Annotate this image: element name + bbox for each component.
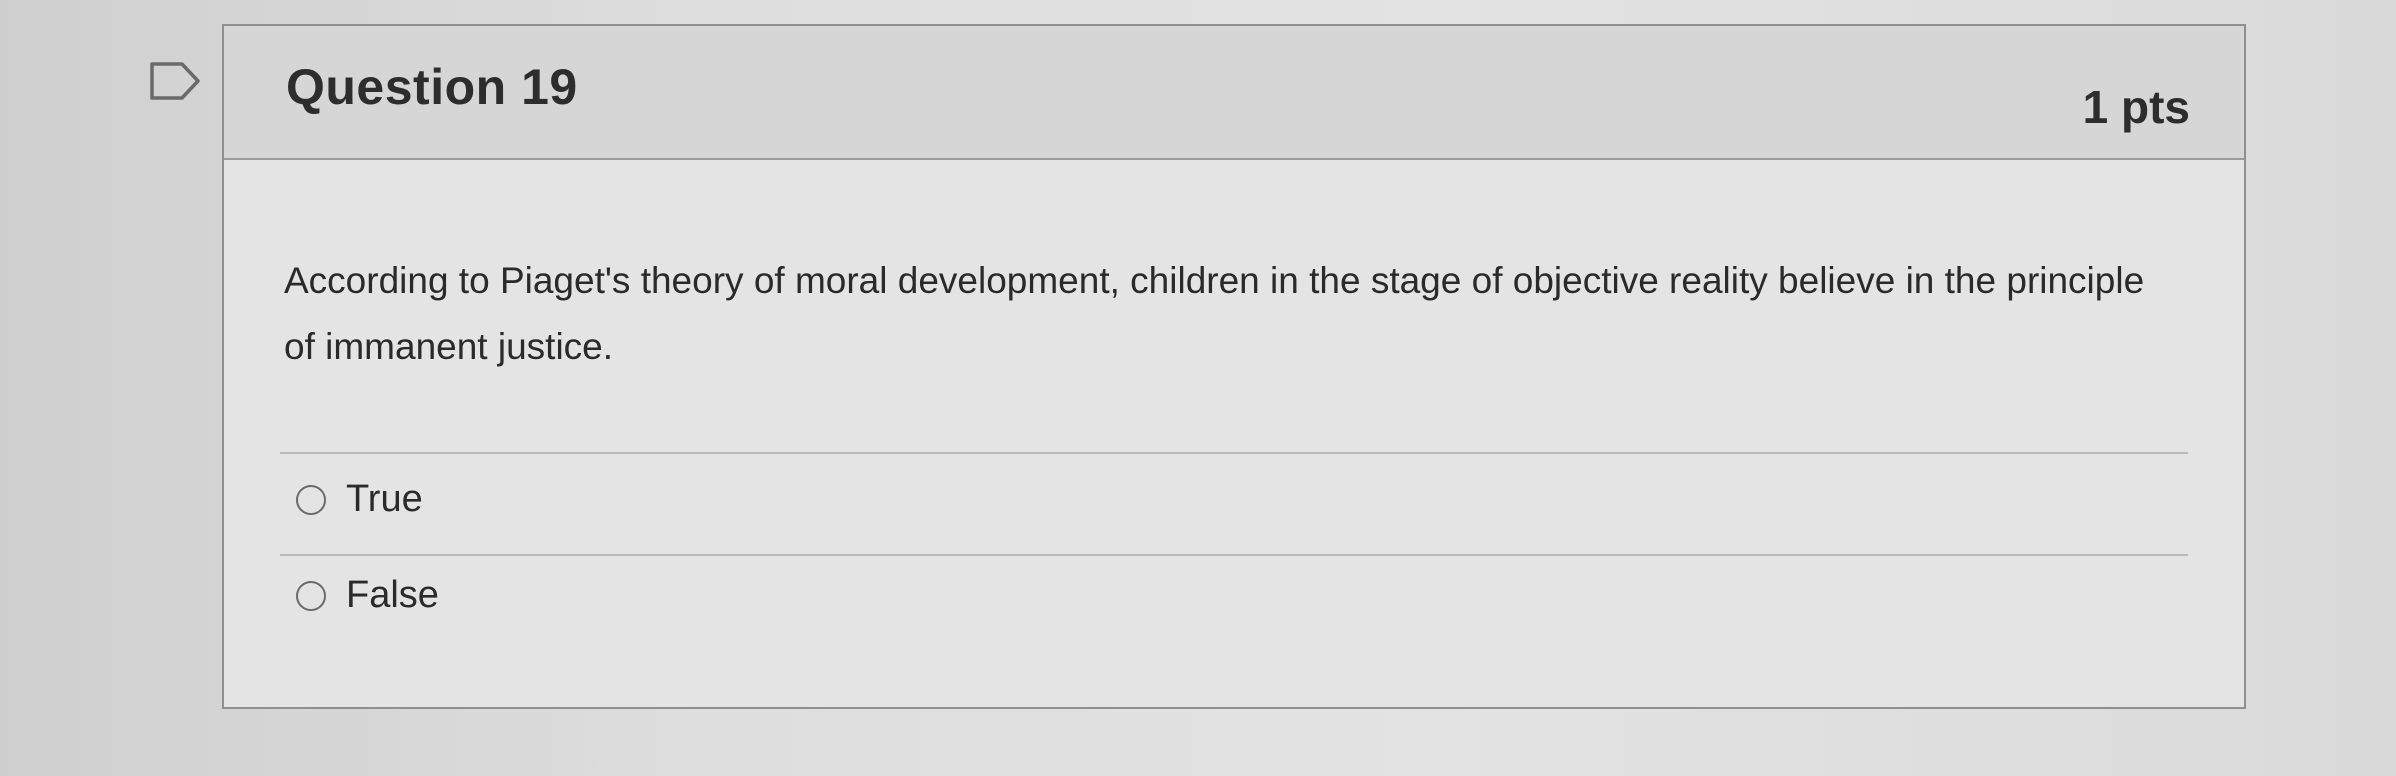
answer-label: True <box>346 478 423 520</box>
answer-divider <box>280 452 2188 454</box>
radio-button-icon[interactable] <box>296 580 326 611</box>
question-header: Question 19 1 pts <box>224 26 2244 160</box>
question-title: Question 19 <box>286 59 578 115</box>
answer-option-true[interactable]: True <box>296 478 423 521</box>
question-card: Question 19 1 pts According to Piaget's … <box>222 24 2246 709</box>
flag-question-icon[interactable] <box>148 60 204 102</box>
radio-button-icon[interactable] <box>296 484 326 515</box>
answer-label: False <box>346 574 439 616</box>
question-points: 1 pts <box>2082 81 2190 133</box>
answer-divider <box>280 554 2188 556</box>
question-text: According to Piaget's theory of moral de… <box>284 260 2145 367</box>
answer-option-false[interactable]: False <box>296 574 439 617</box>
